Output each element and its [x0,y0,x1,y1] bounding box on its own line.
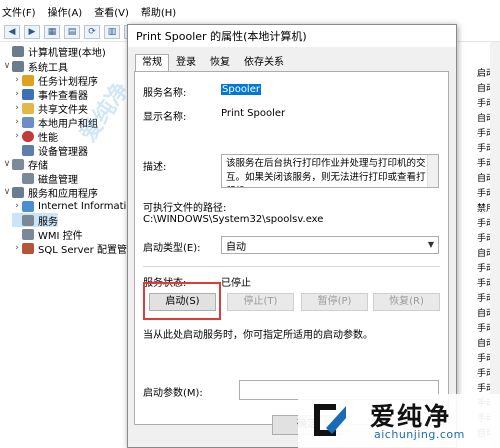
startup-type-select[interactable]: 自动 ▼ [221,236,439,254]
description-text: 该服务在后台执行打印作业并处理与打印机的交互。如果关闭该服务，则无法进行打印或查… [226,158,426,187]
event-log-icon [22,88,34,100]
tree-item-label: Internet Information S [38,200,128,212]
service-name-label: 服务名称: [143,88,187,99]
tree-item-label: SQL Server 配置管理器 [38,244,128,256]
chevron-down-icon[interactable]: ∨ [2,159,12,169]
forward-icon[interactable]: ▶ [24,24,40,39]
logo-url: aichunjing.com [374,428,465,441]
tree-item-label: 性能 [38,132,58,144]
tree-item-performance[interactable]: › 性能 [12,129,58,144]
computer-icon [12,45,24,57]
tree-item-label: 存储 [28,160,48,172]
clock-icon [22,74,34,86]
storage-icon [12,158,24,170]
start-params-hint: 当从此处启动服务时，你可指定所适用的启动参数。 [143,330,373,341]
menu-view[interactable]: 查看(V) [94,4,129,19]
services-apps-icon [12,186,24,198]
tree-item-event-viewer[interactable]: › 事件查看器 [12,87,88,102]
dialog-title: Print Spooler 的属性(本地计算机) [128,25,456,47]
tab-logon[interactable]: 登录 [169,54,203,71]
chevron-right-icon[interactable]: › [12,89,22,99]
general-tab-panel: 服务名称: Spooler 显示名称: Print Spooler 描述: 该服… [134,71,449,425]
performance-icon [22,130,34,142]
tree-item-shared-folders[interactable]: › 共享文件夹 [12,101,88,116]
display-name-label: 显示名称: [143,112,187,123]
stop-button[interactable]: 停止(T) [227,293,294,311]
properties-dialog: Print Spooler 的属性(本地计算机) 常规 登录 恢复 依存关系 服… [127,24,457,448]
tree-item-task-scheduler[interactable]: › 任务计划程序 [12,73,98,88]
chevron-right-icon[interactable]: › [12,201,22,211]
service-status-value: 已停止 [221,278,251,289]
chevron-down-icon[interactable]: ∨ [2,187,12,197]
up-icon[interactable]: ▦ [44,24,60,39]
pause-button[interactable]: 暂停(P) [301,293,368,311]
divider [143,266,440,267]
chevron-right-icon[interactable]: › [12,103,22,113]
wmi-icon [22,228,34,240]
exe-path-value: C:\WINDOWS\System32\spoolsv.exe [143,214,324,225]
tree-item-label: 计算机管理(本地) [28,47,106,59]
tree-item-label: 磁盘管理 [38,174,78,186]
tree-item-label: WMI 控件 [38,230,83,242]
properties-icon[interactable]: ▤ [64,24,80,39]
tree-item-storage[interactable]: ∨ 存储 [2,157,48,172]
tree-item-system-tools[interactable]: ∨ 系统工具 [2,59,68,74]
menu-file[interactable]: 文件(F) [2,4,36,19]
tree-item-services-and-apps[interactable]: ∨ 服务和应用程序 [2,185,98,200]
chevron-right-icon[interactable]: › [12,117,22,127]
chevron-right-icon[interactable]: › [12,243,22,253]
description-scrollbar[interactable] [427,155,438,187]
tree-item-computer-management[interactable]: 计算机管理(本地) [2,44,106,59]
description-box[interactable]: 该服务在后台执行打印作业并处理与打印机的交互。如果关闭该服务，则无法进行打印或查… [221,154,439,188]
tree-item-label: 系统工具 [28,62,68,74]
disk-icon [22,172,34,184]
export-icon[interactable]: ▥ [104,24,120,39]
site-logo-watermark: 爱纯净 aichunjing.com [298,394,500,448]
service-name-text: Spooler [221,84,261,95]
tree-item-device-manager[interactable]: 设备管理器 [12,143,88,158]
menu-bar: 文件(F) 操作(A) 查看(V) 帮助(H) [0,0,500,22]
back-icon[interactable]: ◀ [4,24,20,39]
service-name-value[interactable]: Spooler [221,84,261,95]
device-manager-icon [22,144,34,156]
chevron-right-icon[interactable]: › [12,131,22,141]
gear-icon [22,214,34,226]
logo-mark-icon [314,404,346,436]
exe-path-label: 可执行文件的路径: [143,203,227,214]
display-name-value[interactable]: Print Spooler [221,108,285,119]
tree-item-disk-management[interactable]: 磁盘管理 [12,171,78,186]
tree-item-wmi[interactable]: WMI 控件 [12,227,83,242]
chevron-down-icon: ▼ [427,240,434,249]
refresh-icon[interactable]: ⟳ [84,24,100,39]
menu-help[interactable]: 帮助(H) [141,4,176,19]
sql-server-icon [22,242,34,254]
start-button[interactable]: 启动(S) [149,293,216,311]
tab-dependencies[interactable]: 依存关系 [237,54,291,71]
menu-action[interactable]: 操作(A) [48,4,83,19]
chevron-down-icon[interactable]: ∨ [2,61,12,71]
tree-item-label: 任务计划程序 [38,76,98,88]
description-label: 描述: [143,162,167,173]
startup-type-label: 启动类型(E): [143,243,201,254]
folder-icon [22,102,34,114]
dialog-tabs: 常规 登录 恢复 依存关系 [135,54,291,72]
resume-button[interactable]: 恢复(R) [373,293,440,311]
chevron-right-icon[interactable]: › [12,75,22,85]
startup-type-value: 自动 [226,241,246,253]
tree-item-iis[interactable]: › Internet Information S [12,199,128,213]
toolbox-icon [12,60,24,72]
tree-item-label: 服务和应用程序 [28,188,98,200]
tree-item-label: 设备管理器 [38,146,88,158]
tree-item-sql-server[interactable]: › SQL Server 配置管理器 [12,241,128,256]
vertical-scrollbar[interactable] [490,42,500,448]
tab-general[interactable]: 常规 [135,54,169,72]
iis-icon [22,200,34,212]
start-params-label: 启动参数(M): [143,388,203,399]
tree-item-label: 服务 [38,216,58,228]
tree-item-label: 事件查看器 [38,90,88,102]
tree-item-services[interactable]: 服务 [12,213,58,228]
tab-recovery[interactable]: 恢复 [203,54,237,71]
users-icon [22,116,34,128]
